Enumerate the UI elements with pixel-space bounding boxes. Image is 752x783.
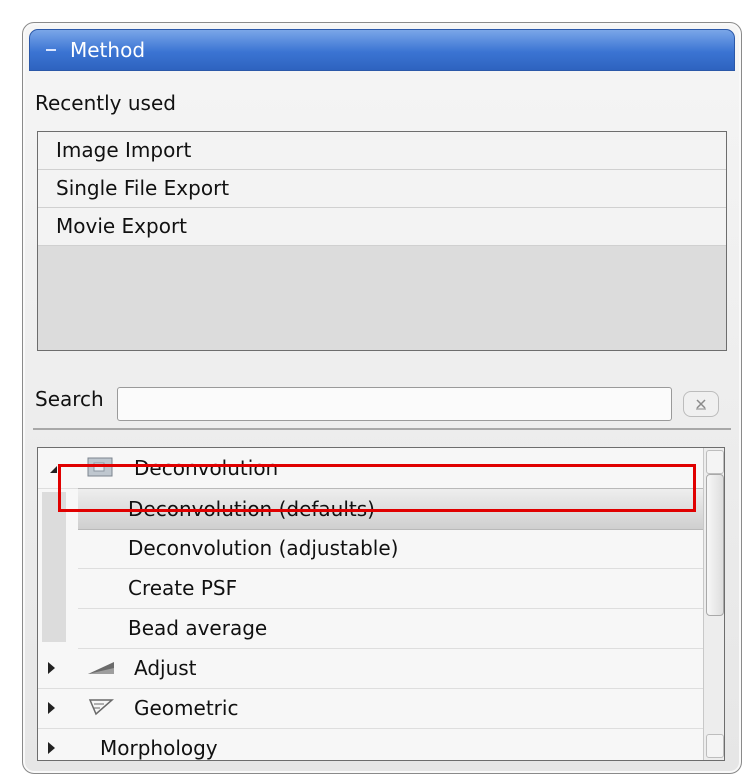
tree-item-label: Deconvolution (adjustable) (128, 536, 399, 560)
expand-arrow-icon[interactable] (48, 742, 55, 754)
tree-category-deconvolution[interactable]: Deconvolution (38, 448, 703, 489)
expand-triangle-icon[interactable] (50, 466, 57, 473)
method-header[interactable]: Method (29, 29, 735, 71)
recent-item-single-file-export[interactable]: Single File Export (38, 170, 726, 208)
tree-indent-strip (42, 492, 66, 642)
expand-arrow-icon[interactable] (48, 702, 55, 714)
search-label: Search (35, 387, 104, 411)
recently-used-label: Recently used (35, 91, 176, 115)
deconvolution-icon (87, 457, 113, 477)
tree-item-bead-average[interactable]: Bead average (78, 608, 703, 649)
tree-item-label: Deconvolution (defaults) (128, 497, 375, 521)
recent-item-image-import[interactable]: Image Import (38, 132, 726, 170)
tree-scrollbar[interactable] (703, 448, 724, 760)
expand-arrow-icon[interactable] (48, 662, 55, 674)
scroll-up-button[interactable] (706, 450, 724, 474)
method-panel: Method Recently used Image Import Single… (22, 22, 742, 774)
tree-item-label: Bead average (128, 616, 268, 640)
separator (33, 428, 731, 430)
tree-category-adjust[interactable]: Adjust (38, 648, 703, 689)
tree-item-deconvolution-adjustable[interactable]: Deconvolution (adjustable) (78, 528, 703, 569)
tree-category-geometric[interactable]: Geometric (38, 688, 703, 729)
tree-item-deconvolution-defaults[interactable]: Deconvolution (defaults) (78, 488, 703, 530)
panel-title: Method (70, 38, 146, 62)
tree-category-morphology[interactable]: Morphology (38, 728, 703, 760)
tree-category-label: Geometric (134, 696, 239, 720)
scroll-down-button[interactable] (706, 734, 724, 758)
geometric-icon (88, 699, 114, 716)
clear-search-button[interactable] (683, 391, 719, 417)
tree-item-label: Create PSF (128, 576, 238, 600)
recently-used-list: Image Import Single File Export Movie Ex… (37, 131, 727, 351)
scroll-thumb[interactable] (706, 474, 724, 616)
clear-search-icon (696, 399, 706, 410)
recent-item-movie-export[interactable]: Movie Export (38, 208, 726, 246)
tree-category-label: Adjust (134, 656, 197, 680)
tree-category-label: Morphology (100, 736, 218, 760)
tree-category-label: Deconvolution (134, 456, 279, 480)
collapse-icon[interactable] (44, 43, 58, 57)
tree-item-create-psf[interactable]: Create PSF (78, 568, 703, 609)
adjust-icon (88, 662, 114, 674)
method-tree: Deconvolution Deconvolution (defaults) D… (37, 447, 725, 761)
search-input[interactable] (117, 387, 672, 421)
